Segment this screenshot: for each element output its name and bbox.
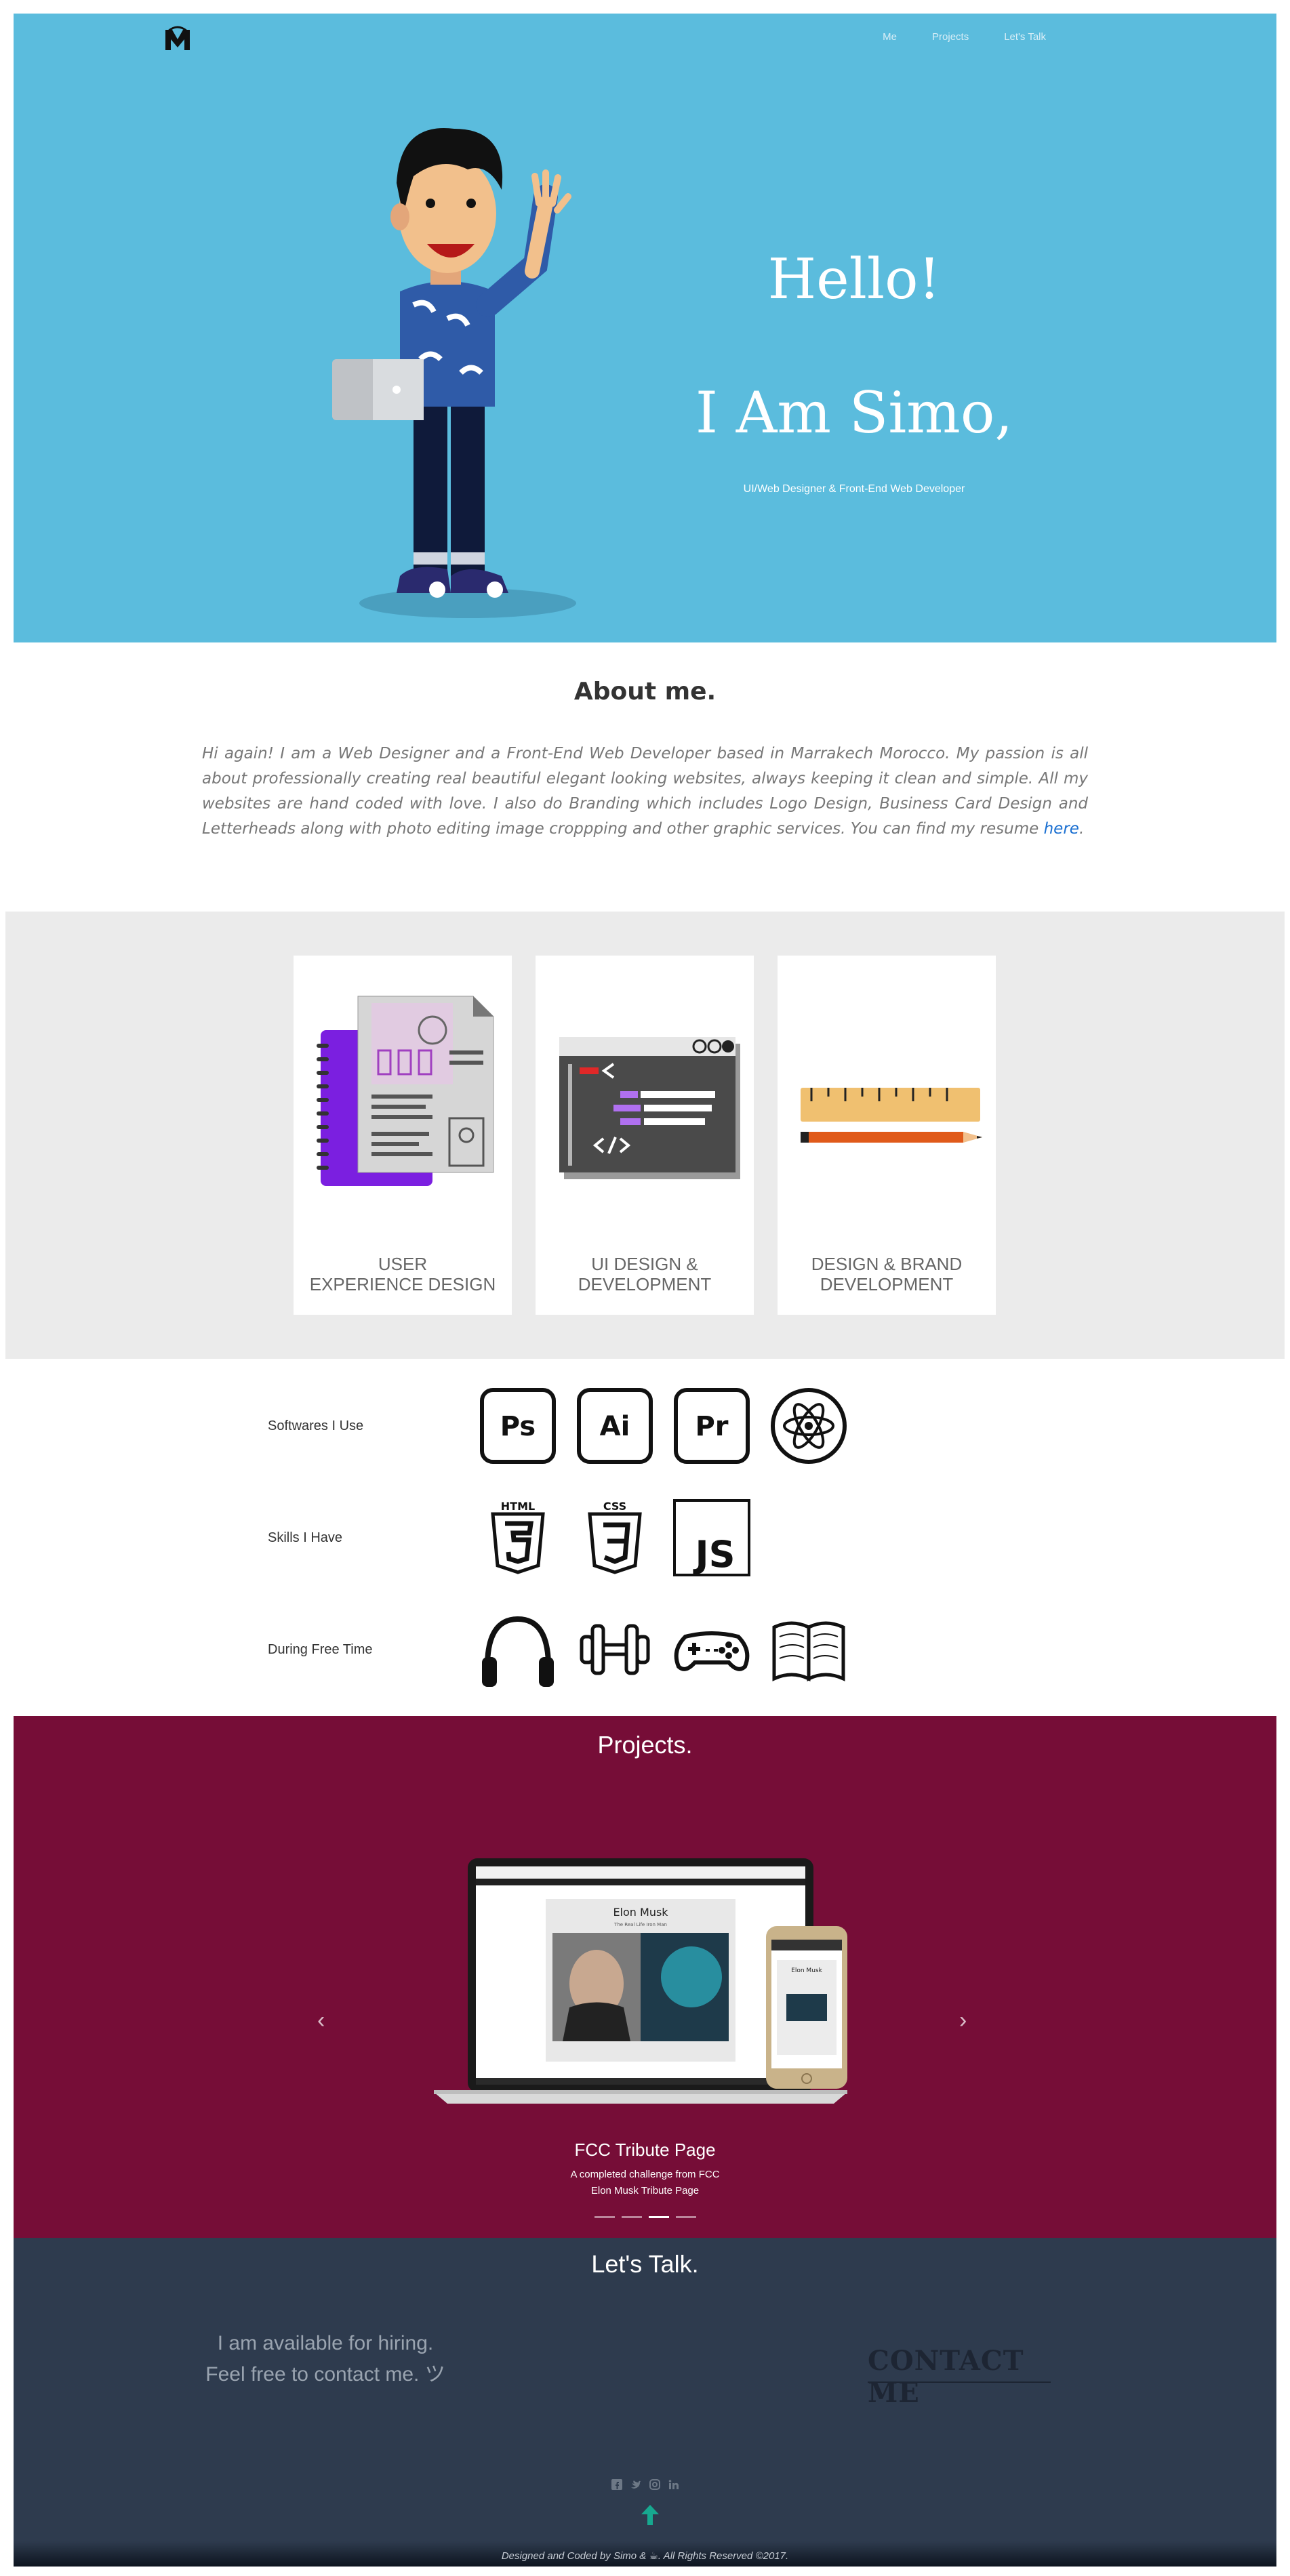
ruler-pencil-illustration — [801, 1088, 982, 1143]
social-links — [14, 2479, 1276, 2490]
code-window-illustration — [559, 1037, 740, 1179]
software-row: Softwares I Use Ps Ai Pr — [268, 1386, 946, 1467]
linkedin-icon[interactable] — [668, 2479, 679, 2490]
svg-text:Ps: Ps — [500, 1411, 536, 1442]
photoshop-icon: Ps — [480, 1388, 556, 1464]
carousel-next-button[interactable]: › — [959, 2007, 967, 2034]
carousel-indicator[interactable] — [621, 2216, 642, 2218]
service-title-line: USER — [378, 1254, 428, 1274]
freetime-row: During Free Time — [268, 1610, 946, 1691]
freetime-label: During Free Time — [268, 1642, 373, 1657]
illustrator-icon: Ai — [577, 1388, 653, 1464]
service-title-line: DEVELOPMENT — [578, 1274, 712, 1294]
hero-section: Me Projects Let's Talk Hello! I Am Simo,… — [14, 14, 1276, 642]
ux-design-illustration — [317, 996, 494, 1186]
hire-line: I am available for hiring. — [217, 2332, 434, 2354]
service-title-brand: DESIGN & BRAND DEVELOPMENT — [778, 1254, 996, 1294]
site-logo[interactable] — [163, 26, 193, 53]
svg-text:Pr: Pr — [695, 1411, 728, 1442]
about-text: Hi again! I am a Web Designer and a Fron… — [202, 741, 1088, 842]
hire-line: Feel free to contact me. ツ — [205, 2363, 445, 2386]
service-title-line: DEVELOPMENT — [820, 1274, 954, 1294]
hero-role: UI/Web Designer & Front-End Web Develope… — [743, 483, 965, 495]
carousel-indicators — [14, 2216, 1276, 2218]
svg-text:CSS: CSS — [603, 1500, 626, 1513]
hire-text: I am available for hiring. Feel free to … — [183, 2328, 468, 2390]
instagram-icon[interactable] — [649, 2479, 660, 2490]
main-nav: Me Projects Let's Talk — [883, 31, 1046, 43]
project-caption-text: A completed challenge from FCC Elon Musk… — [14, 2167, 1276, 2199]
nav-link-lets-talk[interactable]: Let's Talk — [1004, 31, 1046, 43]
project-caption-line: Elon Musk Tribute Page — [590, 2185, 700, 2196]
contact-me-label: CONTACT ME — [868, 2345, 1024, 2409]
dumbbell-icon — [580, 1624, 650, 1675]
projects-title: Projects. — [597, 1731, 693, 1759]
about-body: Hi again! I am a Web Designer and a Fron… — [202, 745, 1088, 838]
waving-character-illustration — [332, 128, 576, 618]
hero-name: I Am Simo, — [695, 380, 1013, 446]
css3-icon: CSS — [588, 1500, 642, 1574]
contact-me-button[interactable]: CONTACT ME — [868, 2339, 1071, 2409]
project-caption-title: FCC Tribute Page — [574, 2140, 716, 2160]
open-book-icon — [772, 1621, 845, 1681]
svg-text:Elon Musk: Elon Musk — [613, 1906, 668, 1919]
atom-editor-icon — [771, 1388, 847, 1464]
svg-text:Ai: Ai — [600, 1411, 630, 1442]
service-card-ui: UI DESIGN & DEVELOPMENT — [536, 956, 754, 1315]
service-title-line: DESIGN & BRAND — [811, 1254, 963, 1274]
service-card-brand: DESIGN & BRAND DEVELOPMENT — [778, 956, 996, 1315]
services-section: USER EXPERIENCE DESIGN UI DESIGN & DEVEL… — [5, 912, 1285, 1359]
svg-text:HTML: HTML — [501, 1500, 535, 1513]
project-caption-line: A completed challenge from FCC — [570, 2169, 720, 2180]
contact-title: Let's Talk. — [591, 2250, 699, 2278]
service-card-ux: USER EXPERIENCE DESIGN — [294, 956, 512, 1315]
premiere-icon: Pr — [674, 1388, 750, 1464]
about-title: About me. — [573, 678, 717, 706]
projects-section: Projects. ‹ › Elon Musk The Real Life Ir… — [14, 1716, 1276, 2238]
footer-text: Designed and Coded by Simo & ☕. All Righ… — [501, 2550, 789, 2562]
resume-link[interactable]: here — [1044, 820, 1079, 838]
skills-label: Skills I Have — [268, 1530, 343, 1545]
svg-text:JS: JS — [693, 1533, 735, 1576]
software-label: Softwares I Use — [268, 1418, 364, 1433]
project-device-mockup[interactable]: Elon Musk The Real Life Iron Man Elon Mu… — [427, 1852, 874, 2143]
hero-greeting: Hello! — [767, 247, 941, 312]
carousel-indicator-active[interactable] — [648, 2216, 669, 2218]
footer: Designed and Coded by Simo & ☕. All Righ… — [14, 2541, 1276, 2567]
svg-text:Elon Musk: Elon Musk — [791, 1967, 822, 1974]
service-title-line: EXPERIENCE DESIGN — [309, 1274, 496, 1294]
contact-underline — [868, 2381, 1051, 2383]
facebook-icon[interactable] — [611, 2479, 622, 2490]
carousel-indicator[interactable] — [594, 2216, 615, 2218]
service-title-line: UI DESIGN & — [591, 1254, 698, 1274]
scroll-to-top-arrow-icon[interactable] — [640, 2503, 660, 2527]
gamepad-icon — [674, 1631, 750, 1671]
nav-link-projects[interactable]: Projects — [932, 31, 969, 43]
service-title-ux: USER EXPERIENCE DESIGN — [294, 1254, 512, 1294]
javascript-icon: JS — [673, 1499, 750, 1576]
svg-text:The Real Life Iron Man: The Real Life Iron Man — [613, 1922, 667, 1927]
html5-icon: HTML — [491, 1500, 545, 1574]
carousel-prev-button[interactable]: ‹ — [317, 2007, 325, 2034]
about-end: . — [1079, 820, 1085, 838]
nav-link-me[interactable]: Me — [883, 31, 897, 43]
skills-row: Skills I Have HTML CSS JS — [268, 1498, 946, 1579]
carousel-indicator[interactable] — [675, 2216, 696, 2218]
service-title-ui: UI DESIGN & DEVELOPMENT — [536, 1254, 754, 1294]
twitter-icon[interactable] — [630, 2479, 641, 2490]
headphones-icon — [482, 1616, 554, 1687]
contact-section: Let's Talk. I am available for hiring. F… — [14, 2238, 1276, 2567]
